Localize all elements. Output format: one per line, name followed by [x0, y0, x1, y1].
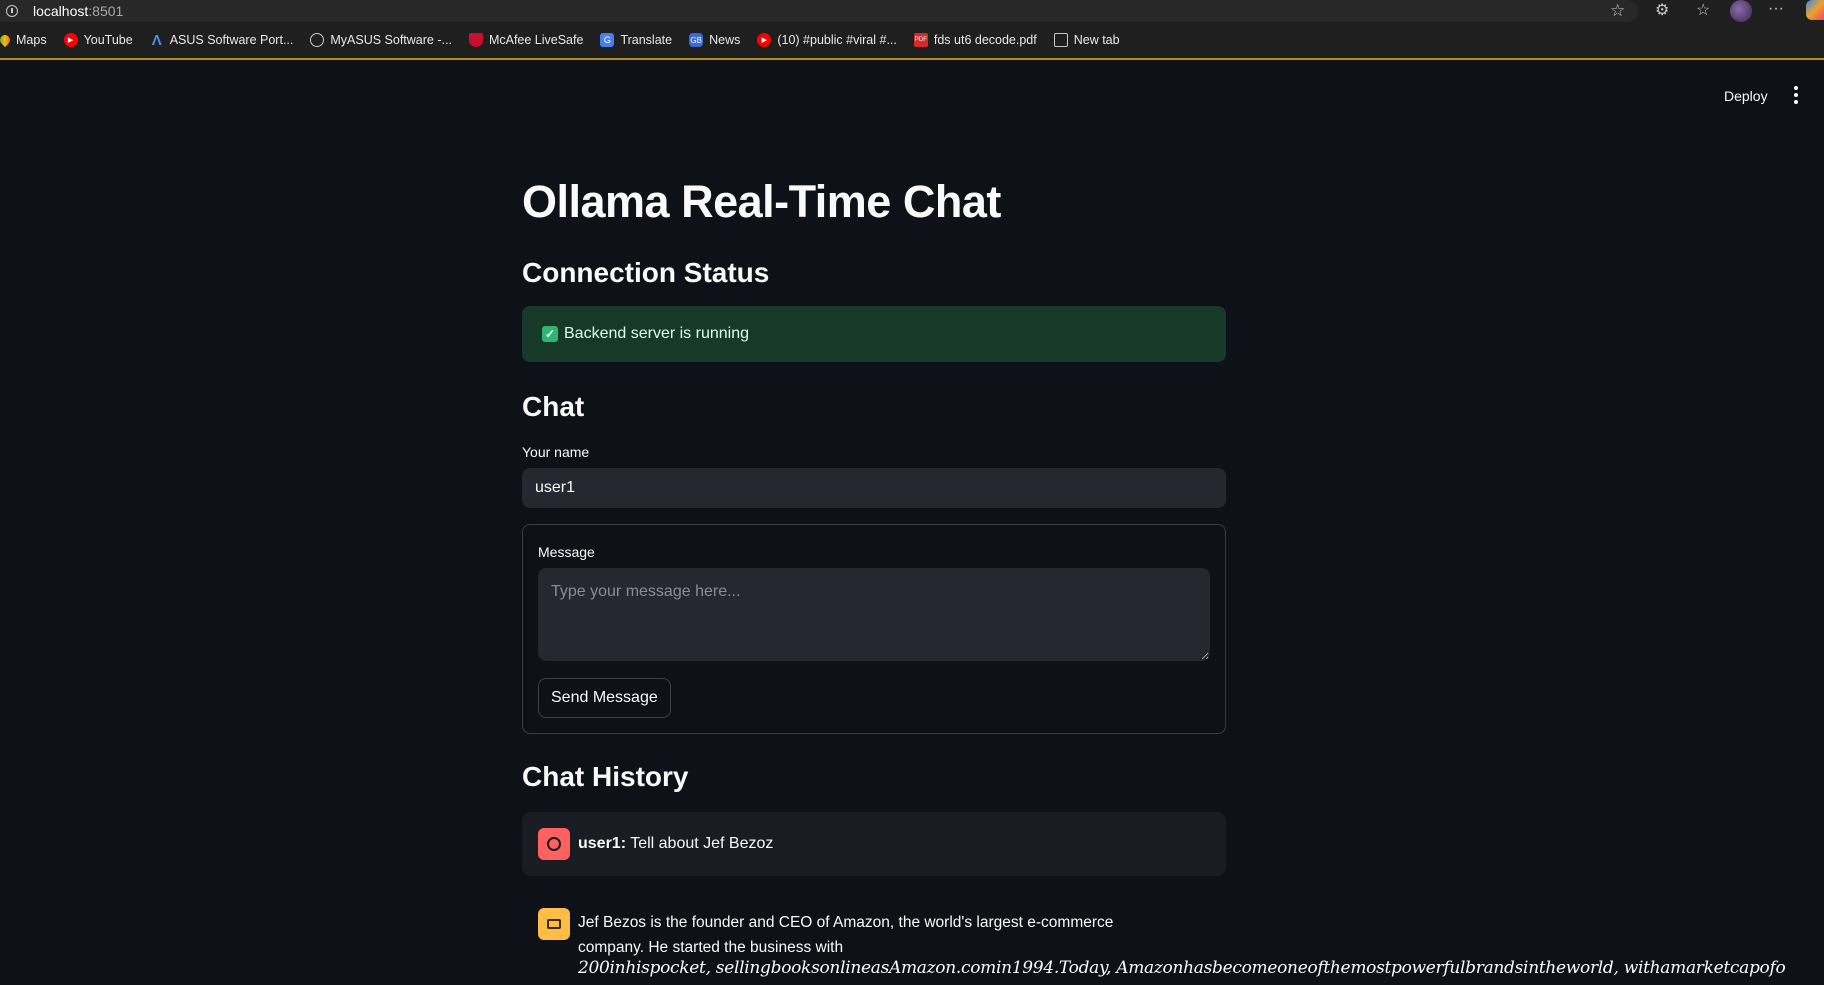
name-label: Your name [522, 444, 590, 460]
asus-icon: Λ [151, 31, 162, 49]
message-textarea[interactable] [538, 568, 1210, 661]
main-menu-icon[interactable] [1788, 86, 1804, 104]
chat-message-assistant: Jef Bezos is the founder and CEO of Amaz… [522, 904, 1824, 985]
user-message-text: user1: Tell about Jef Bezoz [578, 835, 773, 853]
bookmark-news[interactable]: GB News [689, 33, 740, 47]
bookmark-myasus-software[interactable]: MyASUS Software -... [310, 33, 452, 47]
chat-history-heading: Chat History [522, 761, 689, 792]
bookmarks-bar: Maps ▶ YouTube Λ ASUS Software Port... MyA… [0, 22, 1824, 60]
news-icon: GB [689, 33, 704, 47]
status-text: Backend server is running [564, 325, 749, 342]
youtube-icon: ▶ [63, 33, 78, 47]
user-avatar-icon [538, 828, 570, 860]
assistant-message-text: Jef Bezos is the founder and CEO of Amaz… [578, 914, 1114, 956]
page-title: Ollama Real-Time Chat [522, 176, 1001, 227]
bookmark-youtube[interactable]: ▶ YouTube [63, 33, 133, 47]
message-author: user1: [578, 835, 627, 852]
globe-icon [310, 33, 325, 47]
message-body: Tell about Jef Bezoz [626, 835, 774, 852]
translate-icon: G [600, 33, 615, 47]
url-text[interactable]: localhost:8501 [33, 3, 123, 19]
bookmark-new-tab[interactable]: New tab [1053, 33, 1120, 47]
bookmark-maps[interactable]: Maps [0, 32, 47, 48]
message-label: Message [538, 544, 595, 560]
more-options-icon[interactable]: ··· [1768, 0, 1784, 18]
youtube-icon: ▶ [757, 33, 772, 47]
bookmark-youtube-viral[interactable]: ▶ (10) #public #viral #... [757, 33, 897, 47]
newtab-icon [1053, 33, 1068, 47]
chat-heading: Chat [522, 391, 585, 422]
robot-avatar-icon [538, 908, 570, 940]
favorite-star-icon[interactable]: ☆ [1610, 1, 1625, 21]
connection-status-heading: Connection Status [522, 257, 770, 288]
status-alert: ✓ Backend server is running [522, 306, 1226, 362]
send-message-button[interactable]: Send Message [538, 678, 671, 718]
bookmark-mcafee-livesafe[interactable]: McAfee LiveSafe [468, 33, 583, 47]
chat-message-user: user1: Tell about Jef Bezoz [522, 812, 1226, 876]
deploy-button[interactable]: Deploy [1716, 84, 1776, 108]
bookmark-asus-software-portal[interactable]: Λ ASUS Software Port... [150, 31, 294, 49]
profile-avatar[interactable] [1730, 0, 1752, 22]
favorites-icon[interactable]: ☆ [1696, 0, 1710, 20]
copilot-icon[interactable] [1806, 0, 1824, 20]
maps-icon [0, 32, 13, 48]
name-input[interactable] [522, 468, 1226, 508]
extensions-icon[interactable]: ⚙ [1655, 0, 1669, 20]
assistant-message-math-overflow: 200inhispocket, sellingbooksonlineasAmaz… [578, 958, 1786, 978]
info-icon[interactable] [6, 5, 18, 17]
mcafee-icon [468, 33, 483, 47]
bookmark-pdf[interactable]: PDF fds ut6 decode.pdf [913, 33, 1037, 47]
app-header [0, 60, 1824, 132]
pdf-icon: PDF [913, 33, 928, 47]
bookmark-translate[interactable]: G Translate [600, 33, 672, 47]
check-icon: ✓ [542, 326, 558, 342]
url-field[interactable]: localhost:8501 ☆ [0, 0, 1638, 22]
browser-address-bar: localhost:8501 ☆ ⚙ ☆ ··· [0, 0, 1824, 22]
